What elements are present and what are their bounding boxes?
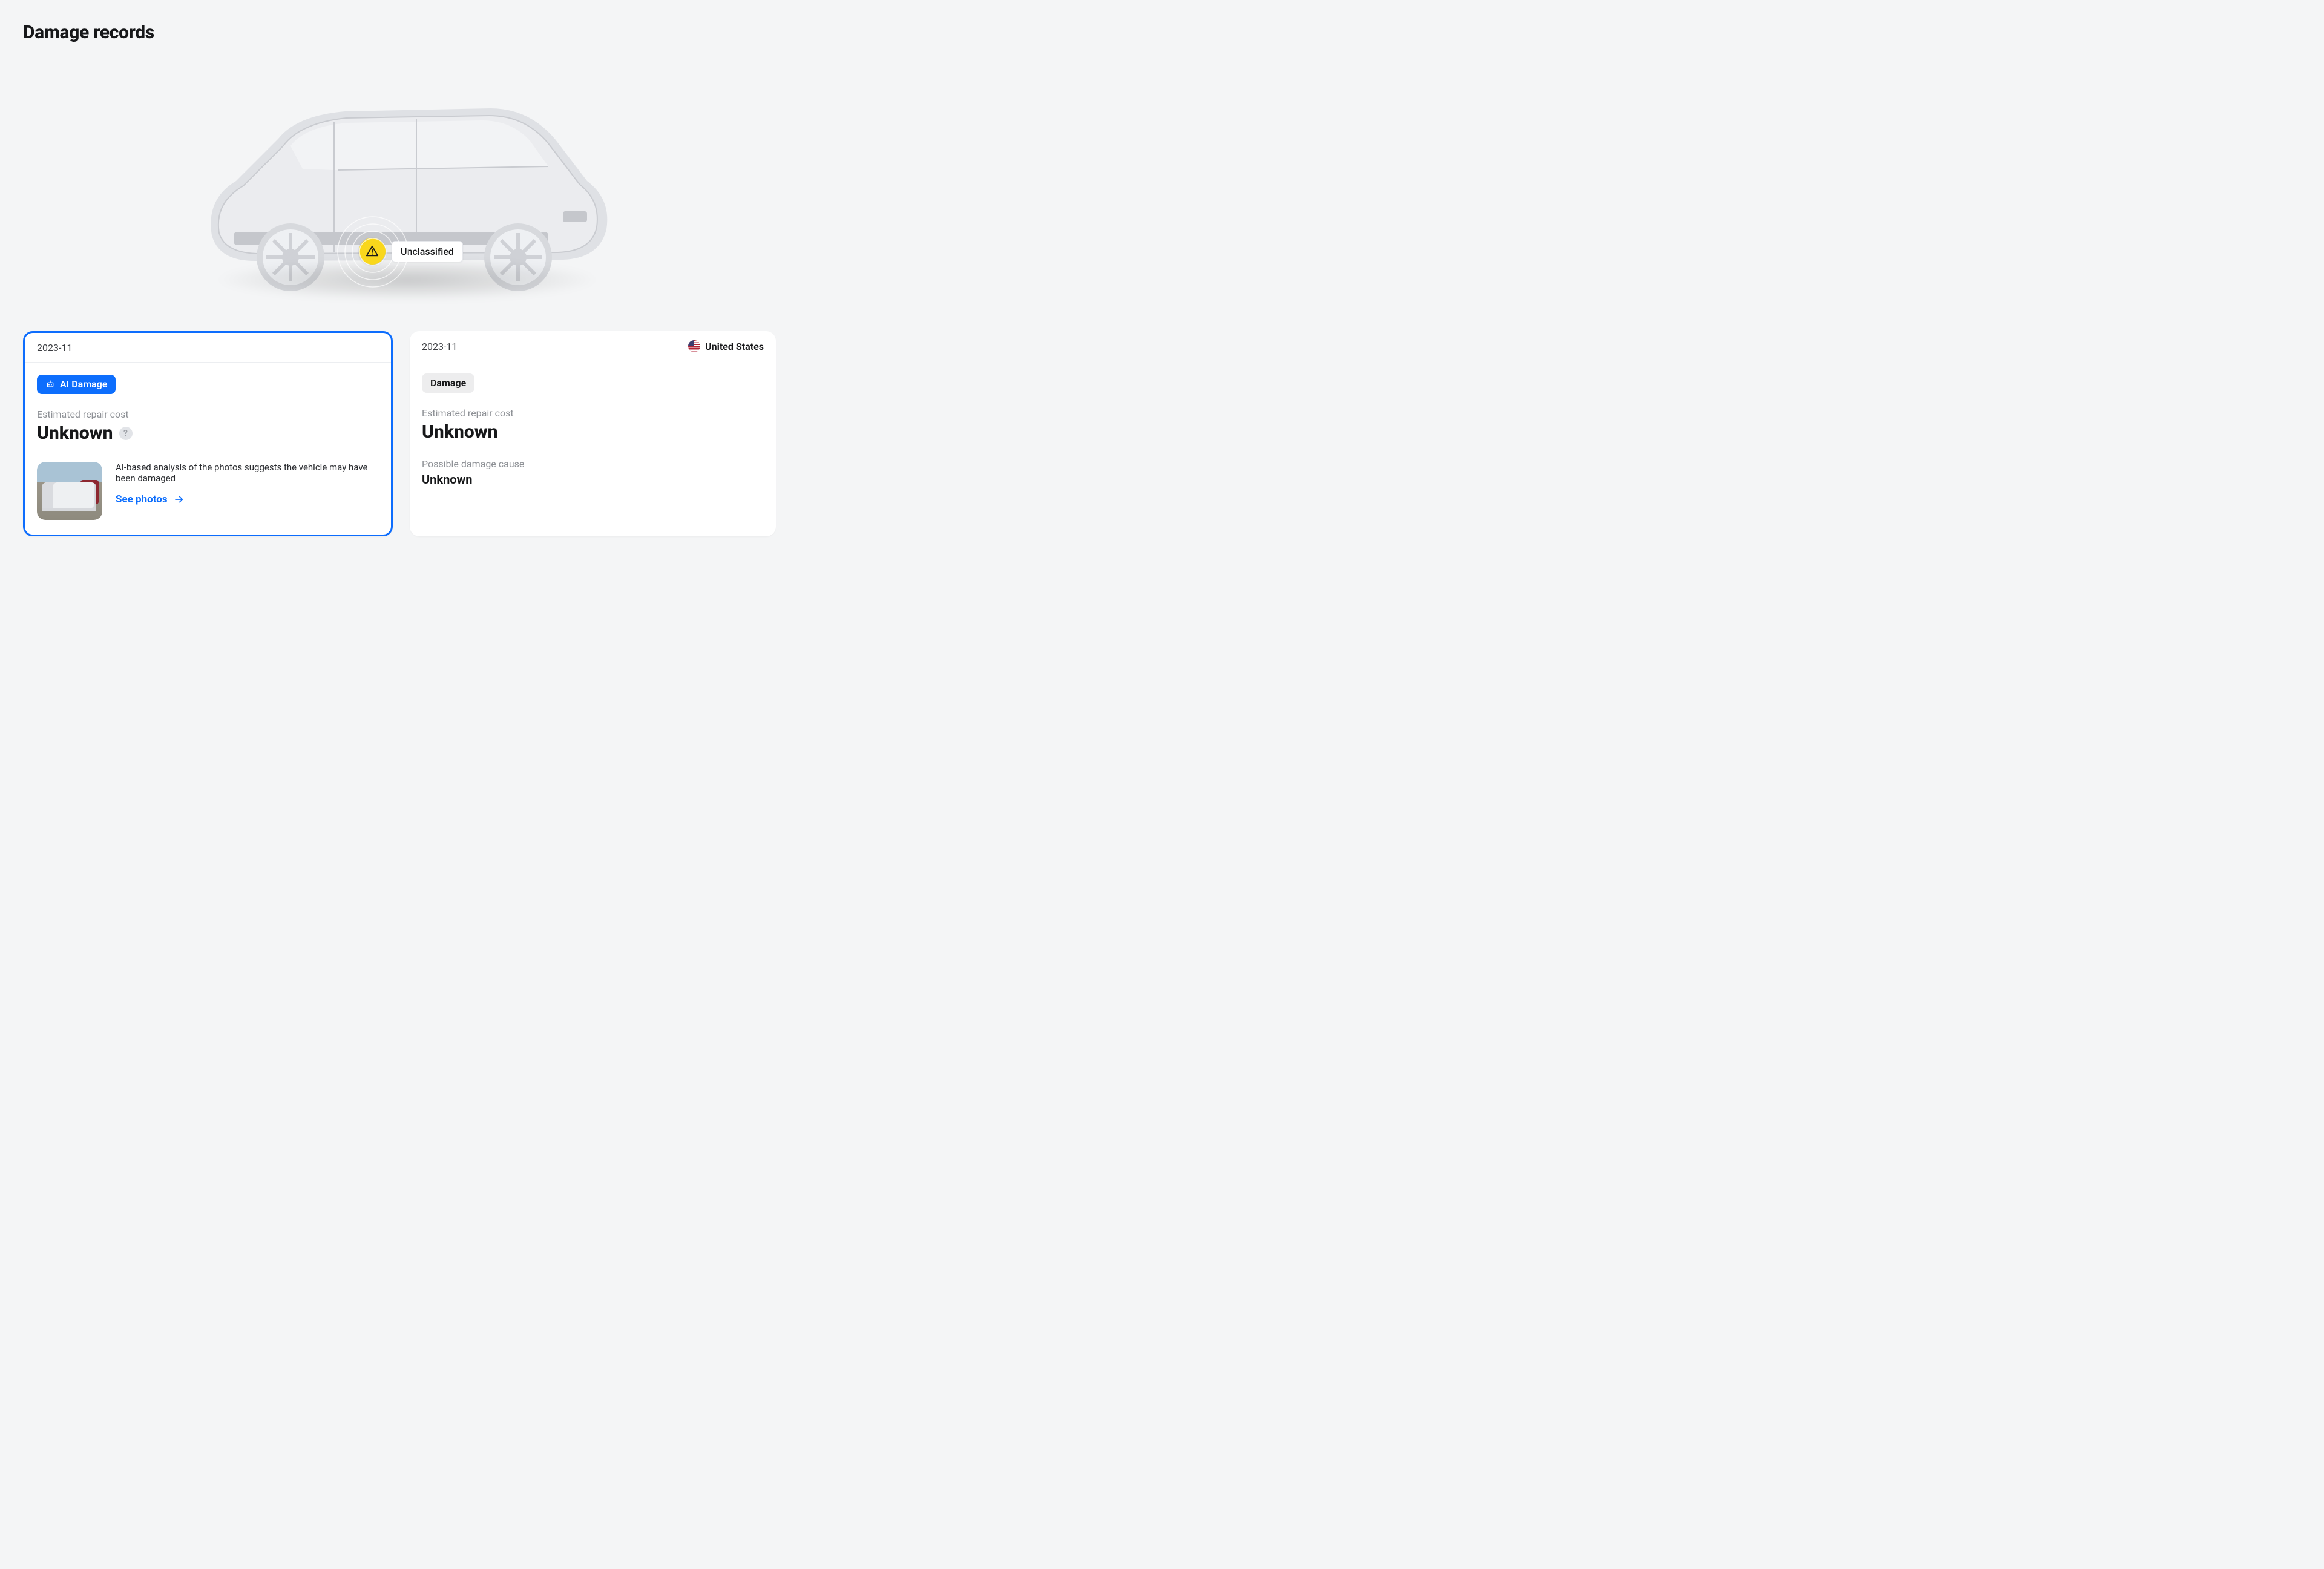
cost-value: Unknown xyxy=(422,421,764,442)
us-flag-icon xyxy=(688,340,700,352)
damage-photo-thumbnail[interactable] xyxy=(37,462,102,520)
damage-card-ai[interactable]: 2023-11 AI Damage Estimated repair cost … xyxy=(23,331,393,536)
card-date: 2023-11 xyxy=(37,342,72,354)
card-header: 2023-11 United States xyxy=(410,331,776,361)
robot-icon xyxy=(45,380,55,389)
card-location: United States xyxy=(688,340,764,352)
damage-card[interactable]: 2023-11 United States Damage Estimated r… xyxy=(410,331,776,536)
chip-label: AI Damage xyxy=(60,380,107,389)
ai-description: AI-based analysis of the photos suggests… xyxy=(116,462,379,484)
page-title: Damage records xyxy=(23,22,799,43)
chip-label: Damage xyxy=(430,378,466,388)
damage-marker[interactable]: Unclassified xyxy=(359,238,463,265)
damage-chip: Damage xyxy=(422,373,474,393)
warning-icon xyxy=(359,238,386,265)
help-icon[interactable]: ? xyxy=(119,427,133,440)
see-photos-link[interactable]: See photos xyxy=(116,493,185,505)
card-date: 2023-11 xyxy=(422,341,457,352)
vehicle-hero: Unclassified xyxy=(0,60,799,314)
cause-value: Unknown xyxy=(422,472,764,487)
arrow-right-icon xyxy=(174,494,185,505)
damage-cards: 2023-11 AI Damage Estimated repair cost … xyxy=(0,331,799,536)
car-shadow xyxy=(214,258,601,301)
ai-damage-chip: AI Damage xyxy=(37,375,116,394)
cost-value: Unknown ? xyxy=(37,423,379,444)
cause-label: Possible damage cause xyxy=(422,458,764,470)
card-header: 2023-11 xyxy=(25,333,391,363)
cost-label: Estimated repair cost xyxy=(37,409,379,420)
damage-marker-label: Unclassified xyxy=(392,241,463,262)
cost-label: Estimated repair cost xyxy=(422,407,764,419)
